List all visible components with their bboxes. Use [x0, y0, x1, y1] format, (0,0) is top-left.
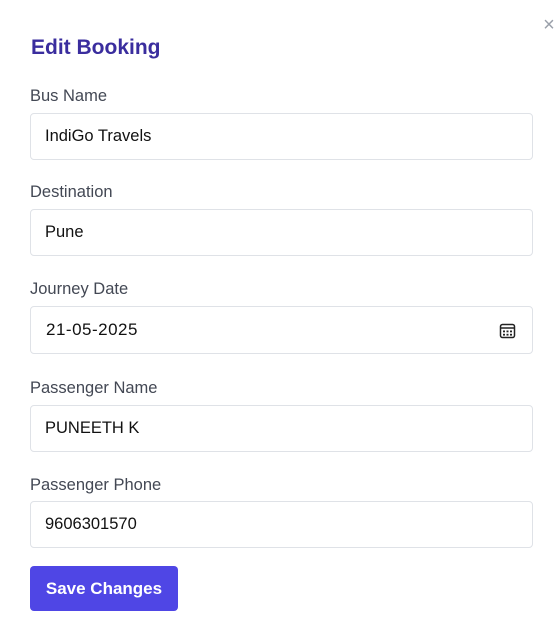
bus-name-input[interactable] [30, 113, 533, 160]
destination-label: Destination [30, 183, 113, 201]
dialog-title: Edit Booking [31, 36, 161, 59]
passenger-phone-label: Passenger Phone [30, 476, 162, 494]
close-icon[interactable]: × [540, 14, 558, 36]
save-changes-button[interactable]: Save Changes [30, 566, 178, 611]
journey-date-label: Journey Date [30, 280, 129, 298]
journey-date-input[interactable]: 21-05-2025 [30, 306, 533, 354]
passenger-phone-input[interactable] [30, 501, 533, 548]
passenger-name-input[interactable] [30, 405, 533, 452]
journey-date-value: 21-05-2025 [46, 320, 138, 339]
calendar-icon[interactable] [499, 322, 516, 339]
edit-booking-dialog: × Edit Booking Bus Name Destination Jour… [0, 0, 560, 635]
passenger-name-label: Passenger Name [30, 379, 158, 397]
destination-input[interactable] [30, 209, 533, 256]
bus-name-label: Bus Name [30, 87, 108, 105]
